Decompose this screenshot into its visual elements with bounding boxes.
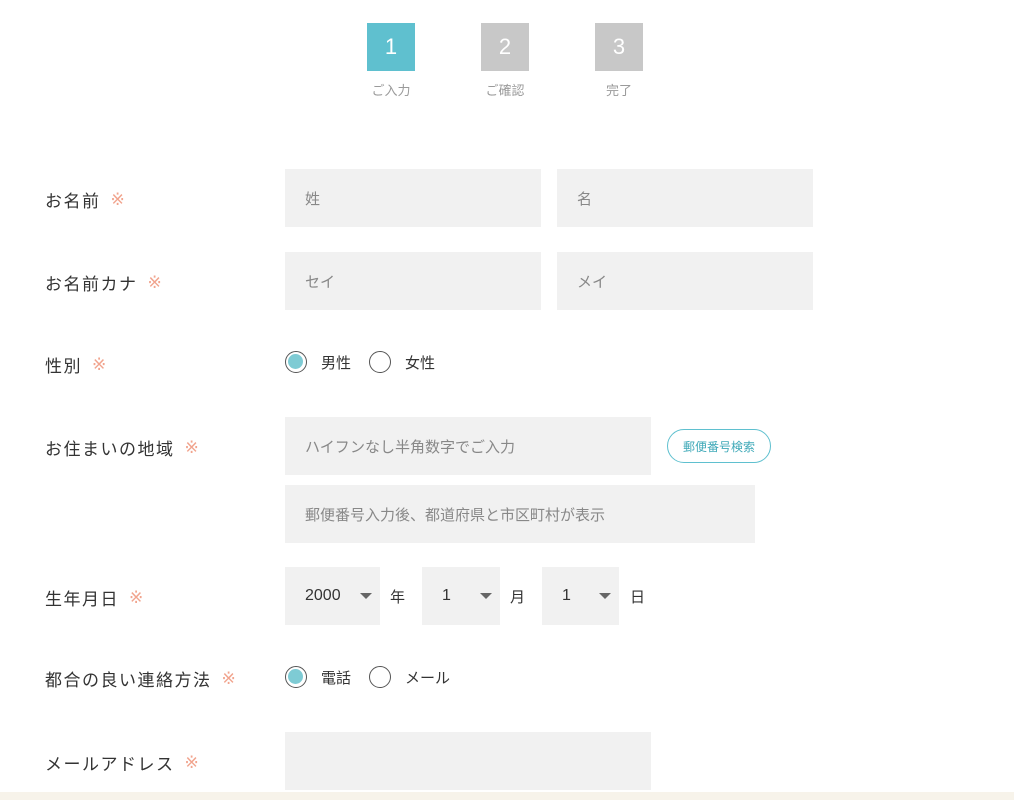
form-row-email: メールアドレス ※ (0, 732, 1014, 790)
last-name-kana-input[interactable]: セイ (285, 252, 541, 310)
postal-code-input[interactable]: ハイフンなし半角数字でご入力 (285, 417, 651, 475)
gender-option-male[interactable]: 男性 (285, 351, 351, 373)
year-unit: 年 (390, 588, 406, 606)
form-row-contact-method: 都合の良い連絡方法 ※ 電話 メール (0, 664, 1014, 692)
footer-band (0, 792, 1014, 800)
step-label: ご確認 (485, 84, 525, 99)
field-label-text: お住まいの地域 (45, 440, 175, 460)
field-label: お住まいの地域 ※ (45, 435, 199, 461)
step-number: 1 (367, 23, 415, 71)
required-mark: ※ (221, 668, 236, 689)
month-unit: 月 (510, 588, 526, 606)
field-label-text: 性別 (45, 357, 82, 377)
step-confirm: 2 ご確認 (481, 23, 529, 99)
first-name-kana-input[interactable]: メイ (557, 252, 813, 310)
radio-unchecked-icon[interactable] (369, 666, 391, 688)
required-mark: ※ (110, 189, 125, 210)
contact-option-phone[interactable]: 電話 (285, 666, 351, 688)
step-label: ご入力 (371, 84, 411, 99)
required-mark: ※ (147, 272, 162, 293)
field-label: 都合の良い連絡方法 ※ (45, 666, 236, 692)
last-name-input[interactable]: 姓 (285, 169, 541, 227)
form-row-kana: お名前カナ ※ セイ メイ (0, 252, 1014, 310)
birth-month-select[interactable]: 1 (422, 567, 500, 625)
radio-checked-icon[interactable] (285, 666, 307, 688)
chevron-down-icon (599, 593, 611, 599)
field-label-text: 都合の良い連絡方法 (45, 671, 212, 691)
field-label-text: お名前カナ (45, 275, 138, 295)
step-input: 1 ご入力 (367, 23, 415, 99)
radio-label: 電話 (321, 668, 352, 687)
radio-label: 女性 (405, 353, 436, 372)
step-complete: 3 完了 (595, 23, 643, 99)
postal-code-search-button[interactable]: 郵便番号検索 (667, 429, 771, 463)
field-label: お名前 ※ (45, 187, 125, 213)
step-number: 2 (481, 23, 529, 71)
contact-option-email[interactable]: メール (369, 666, 450, 688)
radio-label: メール (405, 668, 451, 687)
birth-year-select[interactable]: 2000 (285, 567, 380, 625)
email-input[interactable] (285, 732, 651, 790)
required-mark: ※ (184, 437, 199, 458)
field-label-text: お名前 (45, 192, 101, 212)
day-unit: 日 (630, 588, 646, 606)
step-number: 3 (595, 23, 643, 71)
field-label: 性別 ※ (45, 352, 107, 378)
field-label: お名前カナ ※ (45, 270, 162, 296)
required-mark: ※ (129, 587, 144, 608)
chevron-down-icon (360, 593, 372, 599)
chevron-down-icon (480, 593, 492, 599)
first-name-input[interactable]: 名 (557, 169, 813, 227)
select-value: 1 (442, 587, 451, 604)
select-value: 2000 (305, 587, 341, 604)
form-row-birthdate: 生年月日 ※ 2000 年 1 月 1 日 (0, 567, 1014, 625)
form-row-gender: 性別 ※ 男性 女性 (0, 349, 1014, 377)
form-row-address: お住まいの地域 ※ ハイフンなし半角数字でご入力 郵便番号検索 郵便番号入力後、… (0, 417, 1014, 543)
birth-day-select[interactable]: 1 (542, 567, 619, 625)
radio-unchecked-icon[interactable] (369, 351, 391, 373)
required-mark: ※ (184, 752, 199, 773)
form-row-name: お名前 ※ 姓 名 (0, 169, 1014, 227)
select-value: 1 (562, 587, 571, 604)
required-mark: ※ (92, 354, 107, 375)
field-label: 生年月日 ※ (45, 585, 144, 611)
field-label-text: 生年月日 (45, 590, 119, 610)
field-label-text: メールアドレス (45, 755, 175, 775)
progress-stepper: 1 ご入力 2 ご確認 3 完了 (367, 23, 643, 99)
area-display-input[interactable]: 郵便番号入力後、都道府県と市区町村が表示 (285, 485, 755, 543)
radio-label: 男性 (321, 353, 352, 372)
gender-option-female[interactable]: 女性 (369, 351, 435, 373)
field-label: メールアドレス ※ (45, 750, 199, 776)
step-label: 完了 (605, 84, 632, 99)
radio-checked-icon[interactable] (285, 351, 307, 373)
